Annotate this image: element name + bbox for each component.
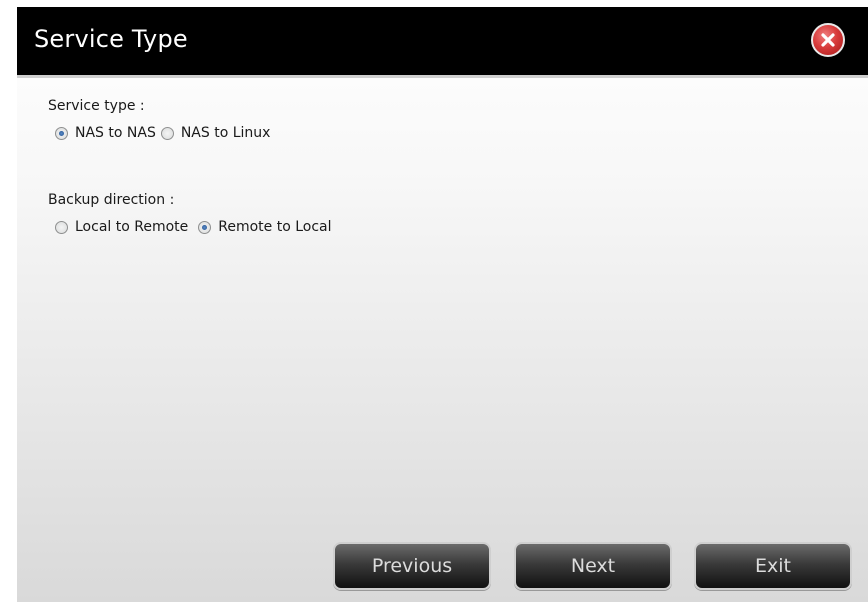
local-to-remote-label: Local to Remote [75,219,189,235]
nas-to-linux-radio[interactable] [160,126,174,140]
nas-to-nas-radio[interactable] [55,126,68,140]
previous-button[interactable]: Previous [333,542,491,590]
exit-button[interactable]: Exit [694,542,852,590]
remote-to-local-label: Remote to Local [218,219,332,235]
service-type-option-nas-to-linux[interactable]: NAS to Linux [160,125,271,141]
nas-to-nas-label: NAS to NAS [75,125,156,141]
backup-direction-option-local-to-remote[interactable]: Local to Remote [55,219,188,235]
backup-direction-label: Backup direction : [48,192,175,208]
service-type-options: NAS to NAS NAS to Linux [55,125,270,141]
next-button[interactable]: Next [514,542,672,590]
remote-to-local-radio[interactable] [198,220,212,234]
nas-to-linux-label: NAS to Linux [180,125,271,141]
close-button[interactable] [811,23,845,57]
dialog-titlebar: Service Type [17,7,868,78]
backup-direction-options: Local to Remote Remote to Local [55,219,332,235]
service-type-label: Service type : [48,98,145,114]
backup-direction-option-remote-to-local[interactable]: Remote to Local [198,219,332,235]
dialog-title: Service Type [34,25,188,53]
service-type-dialog: Service Type Service type : NAS to NAS N… [17,7,868,602]
service-type-option-nas-to-nas[interactable]: NAS to NAS [55,125,156,141]
close-icon [821,33,835,47]
local-to-remote-radio[interactable] [55,220,68,234]
